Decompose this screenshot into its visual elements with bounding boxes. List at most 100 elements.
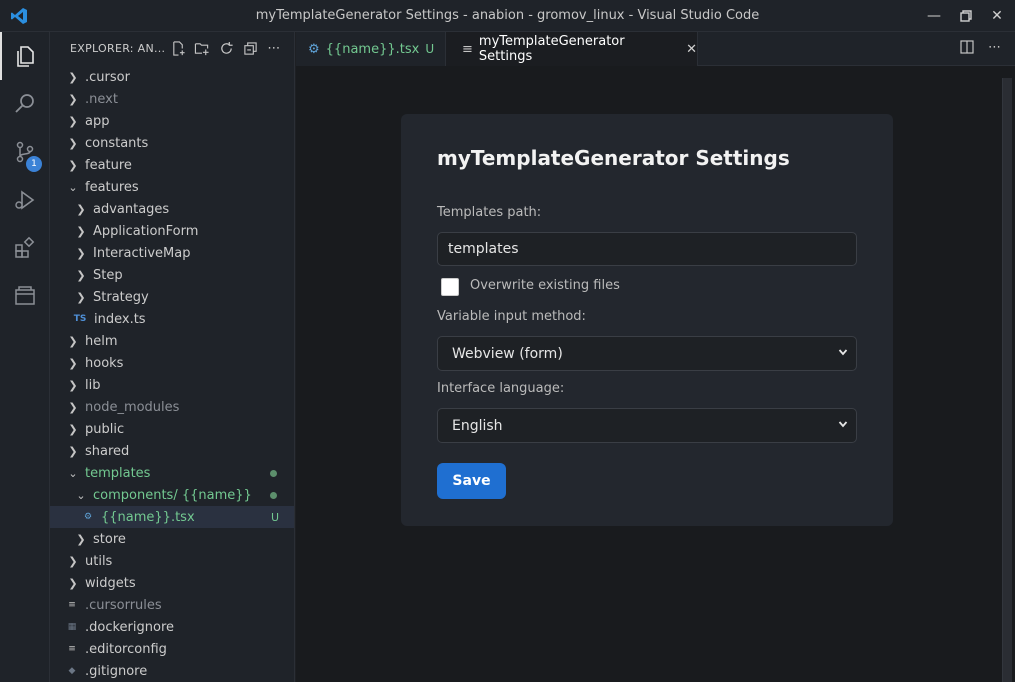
overwrite-checkbox[interactable] xyxy=(441,278,459,296)
new-file-icon[interactable] xyxy=(170,40,186,56)
git-icon: ◆ xyxy=(68,666,76,676)
chevron-right-icon: ❯ xyxy=(68,356,78,370)
chevron-right-icon: ❯ xyxy=(68,92,78,106)
chevron-down-icon: ⌄ xyxy=(68,466,78,480)
tree-item[interactable]: ⌄ features xyxy=(50,176,294,198)
tree-item[interactable]: ❯ store xyxy=(50,528,294,550)
chevron-right-icon: ❯ xyxy=(76,202,86,216)
tab-settings[interactable]: ≡ myTemplateGenerator Settings ✕ xyxy=(446,32,698,66)
explorer-title: EXPLORER: AN... xyxy=(70,41,166,55)
collapse-all-icon[interactable] xyxy=(242,40,258,56)
extensions-icon[interactable] xyxy=(0,224,50,272)
text-file-icon: ≡ xyxy=(68,600,76,610)
chevron-right-icon: ❯ xyxy=(68,444,78,458)
tree-item[interactable]: TS index.ts xyxy=(50,308,294,330)
tree-item[interactable]: ⌄ components / {{name}} xyxy=(50,484,294,506)
chevron-right-icon: ❯ xyxy=(68,158,78,172)
tree-item[interactable]: ≡ .editorconfig xyxy=(50,638,294,660)
chevron-right-icon: ❯ xyxy=(68,136,78,150)
text-file-icon: ≡ xyxy=(68,644,76,654)
untracked-mark: U xyxy=(425,42,435,56)
refresh-icon[interactable] xyxy=(218,40,234,56)
tree-item[interactable]: ❯ public xyxy=(50,418,294,440)
explorer-sidebar: EXPLORER: AN... ⋯ ❯ .cursor ❯ .next ❯ app ❯… xyxy=(50,32,295,682)
overwrite-label: Overwrite existing files xyxy=(470,278,620,293)
modified-dot xyxy=(270,491,277,499)
input-method-select[interactable]: Webview (form) xyxy=(437,336,857,371)
tree-item[interactable]: ❯ widgets xyxy=(50,572,294,594)
tree-item[interactable]: ❯ InteractiveMap xyxy=(50,242,294,264)
explorer-icon[interactable] xyxy=(0,32,50,80)
tree-item[interactable]: ▦ .dockerignore xyxy=(50,616,294,638)
tree-item[interactable]: ❯ lib xyxy=(50,374,294,396)
editor-scrollbar[interactable] xyxy=(1002,78,1012,682)
chevron-right-icon: ❯ xyxy=(68,378,78,392)
tree-item[interactable]: ❯ app xyxy=(50,110,294,132)
chevron-right-icon: ❯ xyxy=(68,114,78,128)
tree-item[interactable]: ❯ feature xyxy=(50,154,294,176)
minimize-icon[interactable]: — xyxy=(923,5,945,27)
close-window-icon[interactable]: ✕ xyxy=(986,5,1008,27)
language-select[interactable]: English xyxy=(437,408,857,443)
untracked-mark: U xyxy=(270,510,279,524)
tree-item[interactable]: ◆ .gitignore xyxy=(50,660,294,682)
more-actions-icon[interactable]: ⋯ xyxy=(266,40,282,56)
editor-tabs: ⚙ {{name}}.tsx U ≡ myTemplateGenerator S… xyxy=(296,32,1015,66)
menu-lines-icon: ≡ xyxy=(462,41,473,57)
react-file-icon: ⚙ xyxy=(83,512,93,522)
tree-item[interactable]: ❯ node_modules xyxy=(50,396,294,418)
tree-item[interactable]: ❯ Strategy xyxy=(50,286,294,308)
chevron-right-icon: ❯ xyxy=(68,400,78,414)
tree-item[interactable]: ⌄ templates xyxy=(50,462,294,484)
tree-item[interactable]: ❯ .cursor xyxy=(50,66,294,88)
run-debug-icon[interactable] xyxy=(0,176,50,224)
templates-path-input[interactable]: templates xyxy=(437,232,857,266)
scm-badge: 1 xyxy=(26,156,42,172)
chevron-right-icon: ❯ xyxy=(76,268,86,282)
tree-item[interactable]: ❯ advantages xyxy=(50,198,294,220)
chevron-right-icon: ❯ xyxy=(68,422,78,436)
chevron-down-icon: ⌄ xyxy=(76,488,86,502)
chevron-right-icon: ❯ xyxy=(76,246,86,260)
explorer-header: EXPLORER: AN... ⋯ xyxy=(50,32,294,64)
save-button[interactable]: Save xyxy=(437,463,506,499)
chevron-right-icon: ❯ xyxy=(76,290,86,304)
chevron-right-icon: ❯ xyxy=(68,334,78,348)
chevron-down-icon: ⌄ xyxy=(68,180,78,194)
chevron-right-icon: ❯ xyxy=(68,576,78,590)
split-editor-icon[interactable] xyxy=(960,40,974,58)
tree-item[interactable]: ≡ .cursorrules xyxy=(50,594,294,616)
docker-icon: ▦ xyxy=(67,622,77,632)
new-folder-icon[interactable] xyxy=(194,40,210,56)
tab-name-tsx[interactable]: ⚙ {{name}}.tsx U xyxy=(296,32,446,66)
close-tab-icon[interactable]: ✕ xyxy=(686,42,697,57)
chevron-right-icon: ❯ xyxy=(76,532,86,546)
editor-more-icon[interactable]: ⋯ xyxy=(988,40,1001,58)
tree-item[interactable]: ❯ hooks xyxy=(50,352,294,374)
tree-item[interactable]: ❯ .next xyxy=(50,88,294,110)
tree-item[interactable]: ❯ helm xyxy=(50,330,294,352)
tree-item[interactable]: ❯ shared xyxy=(50,440,294,462)
tree-item[interactable]: ❯ utils xyxy=(50,550,294,572)
settings-heading: myTemplateGenerator Settings xyxy=(437,146,790,170)
file-tree: ❯ .cursor ❯ .next ❯ app ❯ constants ❯ feature… xyxy=(50,66,294,682)
search-icon[interactable] xyxy=(0,80,50,128)
modified-dot xyxy=(270,469,277,477)
tree-item[interactable]: ❯ Step xyxy=(50,264,294,286)
tree-item[interactable]: ❯ constants xyxy=(50,132,294,154)
restore-icon[interactable] xyxy=(955,5,977,27)
source-control-icon[interactable]: 1 xyxy=(0,128,50,176)
templates-path-label: Templates path: xyxy=(437,205,542,220)
chevron-right-icon: ❯ xyxy=(68,70,78,84)
tree-item-selected[interactable]: ⚙ {{name}}.tsx U xyxy=(50,506,294,528)
remote-explorer-icon[interactable] xyxy=(0,272,50,320)
typescript-file-icon: TS xyxy=(73,314,87,324)
react-file-icon: ⚙ xyxy=(308,41,320,57)
settings-panel: myTemplateGenerator Settings Templates p… xyxy=(401,114,893,526)
editor-area: myTemplateGenerator Settings Templates p… xyxy=(296,66,1015,682)
window-title: myTemplateGenerator Settings - anabion -… xyxy=(255,8,760,23)
chevron-right-icon: ❯ xyxy=(68,554,78,568)
tree-item[interactable]: ❯ ApplicationForm xyxy=(50,220,294,242)
chevron-down-icon xyxy=(838,418,848,432)
title-bar: myTemplateGenerator Settings - anabion -… xyxy=(0,0,1015,32)
